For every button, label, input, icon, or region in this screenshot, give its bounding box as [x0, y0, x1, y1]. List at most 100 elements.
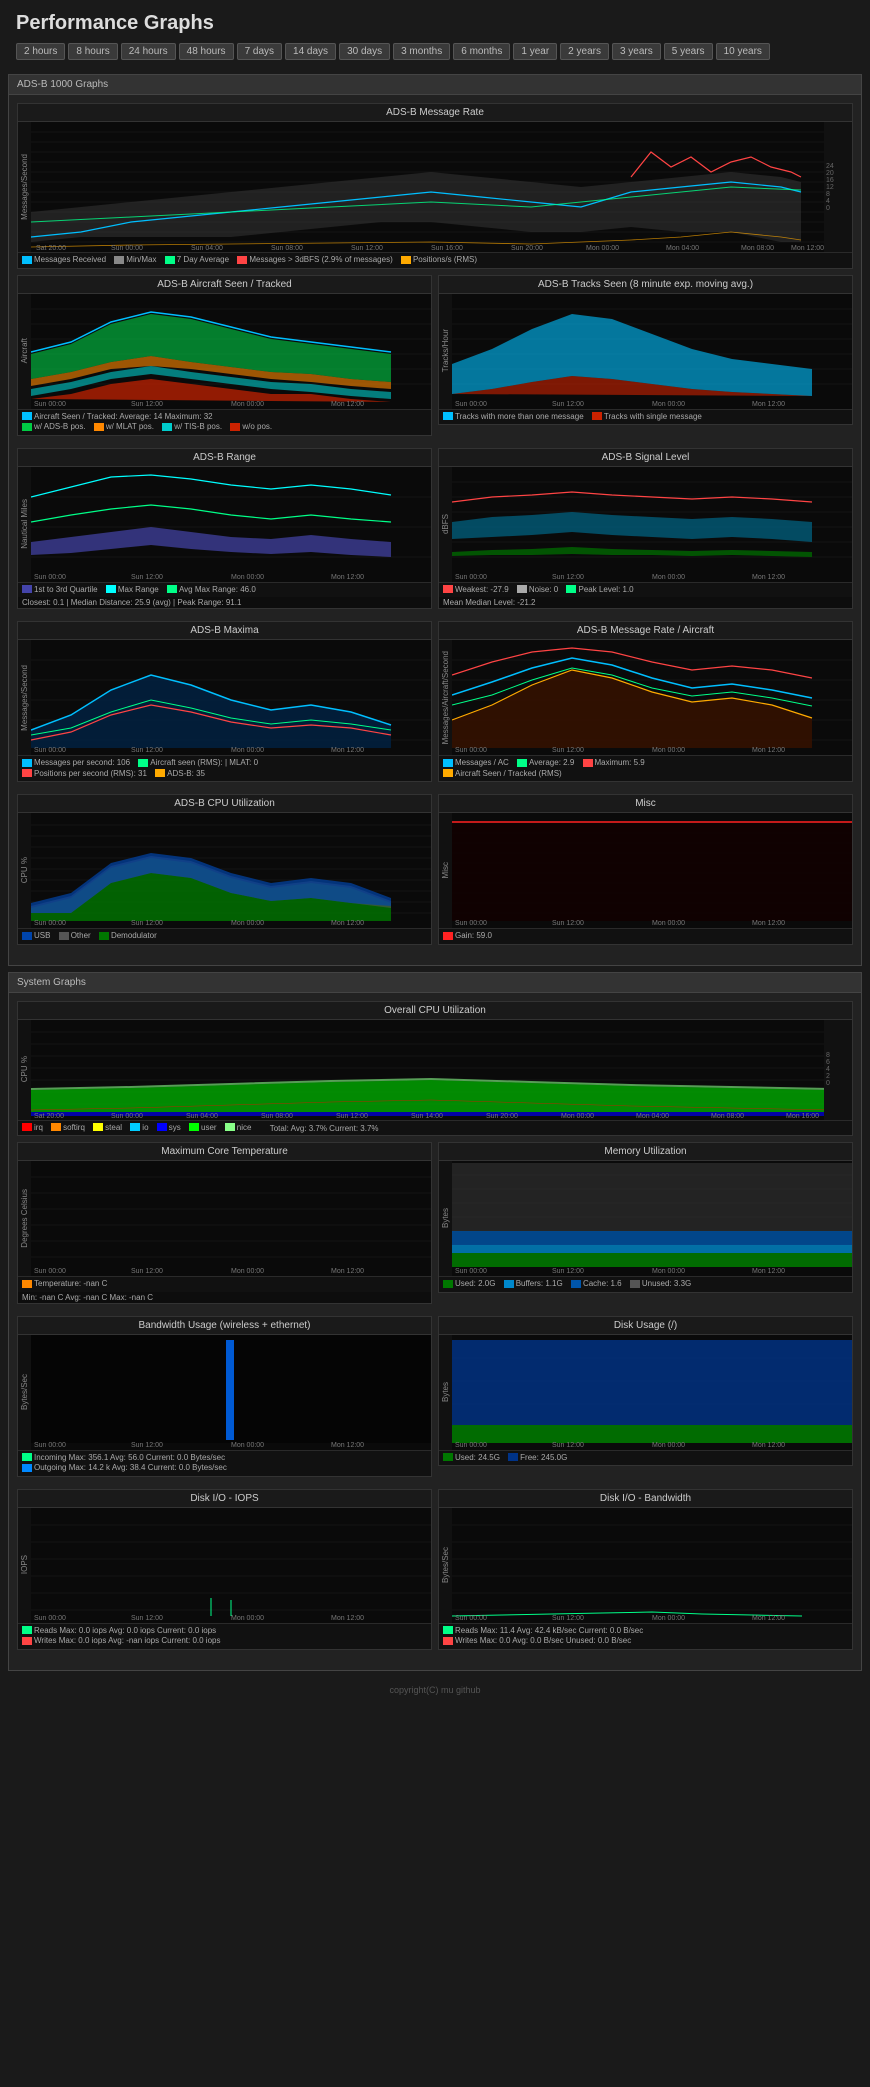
- aircraft-tracked-body: Aircraft: [18, 294, 431, 409]
- legend-writes-bw: Writes Max: 0.0 Avg: 0.0 B/sec Unused: 0…: [443, 1636, 631, 1645]
- legend-msg-ac: Messages / AC: [443, 758, 509, 767]
- overall-cpu-title: Overall CPU Utilization: [18, 1002, 852, 1020]
- disk-bw-ylabel: Bytes/Sec: [439, 1545, 452, 1585]
- adsb-cpu-svg: Sun 00:00 Sun 12:00 Mon 00:00 Mon 12:00: [31, 813, 431, 928]
- time-btn-3-months[interactable]: 3 months: [393, 43, 450, 60]
- overall-cpu-chart: Overall CPU Utilization CPU %: [17, 1001, 853, 1137]
- signal-ylabel: dBFS: [439, 512, 452, 536]
- svg-text:Mon 04:00: Mon 04:00: [636, 1113, 669, 1120]
- legend-writes-iops: Writes Max: 0.0 iops Avg: -nan iops Curr…: [22, 1636, 220, 1645]
- svg-text:Sun 00:00: Sun 00:00: [455, 1615, 487, 1622]
- memory-svg: Sun 00:00 Sun 12:00 Mon 00:00 Mon 12:00: [452, 1161, 852, 1276]
- svg-text:Sun 12:00: Sun 12:00: [131, 1268, 163, 1275]
- range-ylabel: Nautical Miles: [18, 497, 31, 551]
- message-rate-ylabel: Messages/Second: [18, 152, 31, 222]
- time-btn-2-hours[interactable]: 2 hours: [16, 43, 65, 60]
- svg-text:Mon 12:00: Mon 12:00: [752, 574, 785, 581]
- svg-text:Mon 12:00: Mon 12:00: [752, 747, 785, 754]
- svg-text:Mon 00:00: Mon 00:00: [231, 574, 264, 581]
- legend-cache: Cache: 1.6: [571, 1279, 622, 1288]
- maxima-legend: Messages per second: 106 Aircraft seen (…: [18, 755, 431, 781]
- time-btn-14-days[interactable]: 14 days: [285, 43, 336, 60]
- msg-rate-ac-container: ADS-B Message Rate / Aircraft Messages/A…: [438, 621, 853, 782]
- legend-no-pos: w/o pos.: [230, 422, 272, 431]
- svg-text:Sun 00:00: Sun 00:00: [111, 1113, 143, 1120]
- adsb-section-header: ADS-B 1000 Graphs: [9, 75, 861, 95]
- row-disk-io: Disk I/O - IOPS IOPS: [17, 1489, 853, 1656]
- time-btn-3-years[interactable]: 3 years: [612, 43, 661, 60]
- misc-ylabel: Misc: [439, 860, 452, 880]
- overall-cpu-yaxis-right: 8 6 4 2 0: [824, 1048, 852, 1091]
- signal-svg: Sun 00:00 Sun 12:00 Mon 00:00 Mon 12:00: [452, 467, 852, 582]
- svg-text:Sun 00:00: Sun 00:00: [34, 747, 66, 754]
- legend-minmax: Min/Max: [114, 255, 156, 264]
- time-btn-24-hours[interactable]: 24 hours: [121, 43, 176, 60]
- svg-text:Mon 12:00: Mon 12:00: [752, 920, 785, 927]
- msg-rate-ac-ylabel: Messages/Aircraft/Second: [439, 649, 452, 746]
- misc-svg: Sun 00:00 Sun 12:00 Mon 00:00 Mon 12:00: [452, 813, 852, 928]
- disk-bw-chart: Disk I/O - Bandwidth Bytes/Sec: [438, 1489, 853, 1656]
- disk-usage-body: Bytes Sun 00:00 Sun 12:0: [439, 1335, 852, 1450]
- time-btn-10-years[interactable]: 10 years: [716, 43, 770, 60]
- legend-positions: Positions/s (RMS): [401, 255, 477, 264]
- svg-text:Mon 00:00: Mon 00:00: [561, 1113, 594, 1120]
- misc-container: Misc Misc: [438, 794, 853, 945]
- range-chart: ADS-B Range Nautical Miles: [17, 448, 432, 616]
- svg-text:Mon 00:00: Mon 00:00: [231, 1268, 264, 1275]
- time-btn-5-years[interactable]: 5 years: [664, 43, 713, 60]
- system-section-header: System Graphs: [9, 973, 861, 993]
- legend-tisb-pos: w/ TIS-B pos.: [162, 422, 222, 431]
- tracks-seen-ylabel: Tracks/Hour: [439, 327, 452, 374]
- svg-text:Sun 08:00: Sun 08:00: [271, 245, 303, 252]
- legend-adsb-rms: ADS-B: 35: [155, 769, 205, 778]
- disk-usage-chart: Disk Usage (/) Bytes: [438, 1316, 853, 1483]
- aircraft-tracked-svg: Sun 00:00 Sun 12:00 Mon 00:00 Mon 12:00: [31, 294, 431, 409]
- disk-iops-ylabel: IOPS: [18, 1553, 31, 1576]
- legend-softirq: softirq: [51, 1123, 85, 1132]
- time-btn-6-months[interactable]: 6 months: [453, 43, 510, 60]
- maxima-body: Messages/Second: [18, 640, 431, 755]
- disk-iops-container: Disk I/O - IOPS IOPS: [17, 1489, 432, 1650]
- adsb-section: ADS-B 1000 Graphs ADS-B Message Rate Mes…: [8, 74, 862, 966]
- legend-color: [401, 256, 411, 264]
- range-container: ADS-B Range Nautical Miles: [17, 448, 432, 610]
- row-bandwidth-disk: Bandwidth Usage (wireless + ethernet) By…: [17, 1316, 853, 1483]
- misc-title: Misc: [439, 795, 852, 813]
- core-temp-chart: Maximum Core Temperature Degrees Celsius: [17, 1142, 432, 1310]
- row-range-signal: ADS-B Range Nautical Miles: [17, 448, 853, 616]
- legend-3dbfs: Messages > 3dBFS (2.9% of messages): [237, 255, 392, 264]
- svg-text:Sun 00:00: Sun 00:00: [34, 574, 66, 581]
- legend-used: Used: 2.0G: [443, 1279, 495, 1288]
- time-btn-1-year[interactable]: 1 year: [513, 43, 557, 60]
- time-btn-7-days[interactable]: 7 days: [237, 43, 282, 60]
- svg-text:Sun 00:00: Sun 00:00: [455, 1442, 487, 1449]
- svg-text:Mon 04:00: Mon 04:00: [666, 245, 699, 252]
- bandwidth-container: Bandwidth Usage (wireless + ethernet) By…: [17, 1316, 432, 1477]
- time-btn-30-days[interactable]: 30 days: [339, 43, 390, 60]
- time-btn-8-hours[interactable]: 8 hours: [68, 43, 117, 60]
- svg-text:Mon 00:00: Mon 00:00: [652, 401, 685, 408]
- time-btn-2-years[interactable]: 2 years: [560, 43, 609, 60]
- svg-text:Mon 16:00: Mon 16:00: [786, 1113, 819, 1120]
- svg-text:Mon 12:00: Mon 12:00: [331, 1268, 364, 1275]
- svg-text:Mon 12:00: Mon 12:00: [331, 920, 364, 927]
- misc-chart: Misc Misc: [438, 794, 853, 951]
- legend-user: user: [189, 1123, 217, 1132]
- disk-iops-svg: Sun 00:00 Sun 12:00 Mon 00:00 Mon 12:00: [31, 1508, 431, 1623]
- message-rate-svg: Sat 20:00 Sun 00:00 Sun 04:00 Sun 08:00 …: [31, 122, 824, 252]
- core-temp-ylabel: Degrees Celsius: [18, 1187, 31, 1250]
- range-title: ADS-B Range: [18, 449, 431, 467]
- svg-text:Mon 12:00: Mon 12:00: [331, 1442, 364, 1449]
- legend-outgoing: Outgoing Max: 14.2 k Avg: 38.4 Current: …: [22, 1463, 227, 1472]
- svg-text:Mon 12:00: Mon 12:00: [331, 401, 364, 408]
- svg-text:Mon 00:00: Mon 00:00: [652, 574, 685, 581]
- misc-legend: Gain: 59.0: [439, 928, 852, 944]
- time-btn-48-hours[interactable]: 48 hours: [179, 43, 234, 60]
- row-temp-memory: Maximum Core Temperature Degrees Celsius: [17, 1142, 853, 1310]
- svg-text:Mon 12:00: Mon 12:00: [752, 401, 785, 408]
- page-title: Performance Graphs: [16, 12, 854, 35]
- msg-rate-ac-body: Messages/Aircraft/Second: [439, 640, 852, 755]
- legend-temperature: Temperature: -nan C: [22, 1279, 107, 1288]
- bandwidth-ylabel: Bytes/Sec: [18, 1372, 31, 1412]
- tracks-seen-container: ADS-B Tracks Seen (8 minute exp. moving …: [438, 275, 853, 426]
